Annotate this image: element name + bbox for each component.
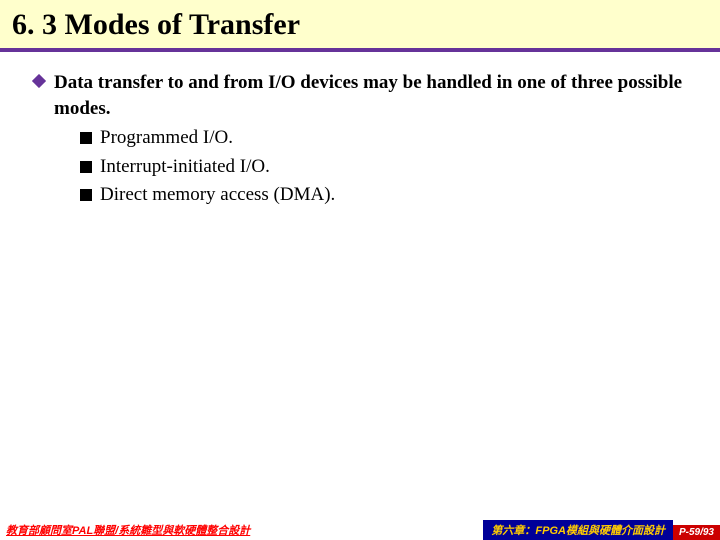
sub-bullet-text: Programmed I/O. — [100, 125, 233, 152]
sub-bullet-text: Interrupt-initiated I/O. — [100, 154, 270, 181]
list-item: Interrupt-initiated I/O. — [80, 154, 690, 181]
sub-bullet-list: Programmed I/O. Interrupt-initiated I/O.… — [32, 125, 690, 209]
slide-header: 6. 3 Modes of Transfer — [0, 0, 720, 52]
list-item: Direct memory access (DMA). — [80, 182, 690, 209]
square-icon — [80, 189, 92, 201]
square-icon — [80, 132, 92, 144]
sub-bullet-text: Direct memory access (DMA). — [100, 182, 335, 209]
list-item: Programmed I/O. — [80, 125, 690, 152]
slide-title: 6. 3 Modes of Transfer — [12, 8, 720, 42]
footer-left-text: 教育部顧問室PAL聯盟/系統雛型與軟硬體整合設計 — [0, 522, 483, 540]
square-icon — [80, 161, 92, 173]
main-bullet-text: Data transfer to and from I/O devices ma… — [54, 70, 690, 121]
footer-mid-text: 第六章：FPGA模組與硬體介面設計 — [483, 520, 673, 540]
main-bullet: Data transfer to and from I/O devices ma… — [32, 70, 690, 121]
slide-footer: 教育部顧問室PAL聯盟/系統雛型與軟硬體整合設計 第六章：FPGA模組與硬體介面… — [0, 520, 720, 540]
slide-content: Data transfer to and from I/O devices ma… — [0, 52, 720, 209]
diamond-icon — [32, 74, 46, 88]
page-number: P-59/93 — [673, 525, 720, 540]
